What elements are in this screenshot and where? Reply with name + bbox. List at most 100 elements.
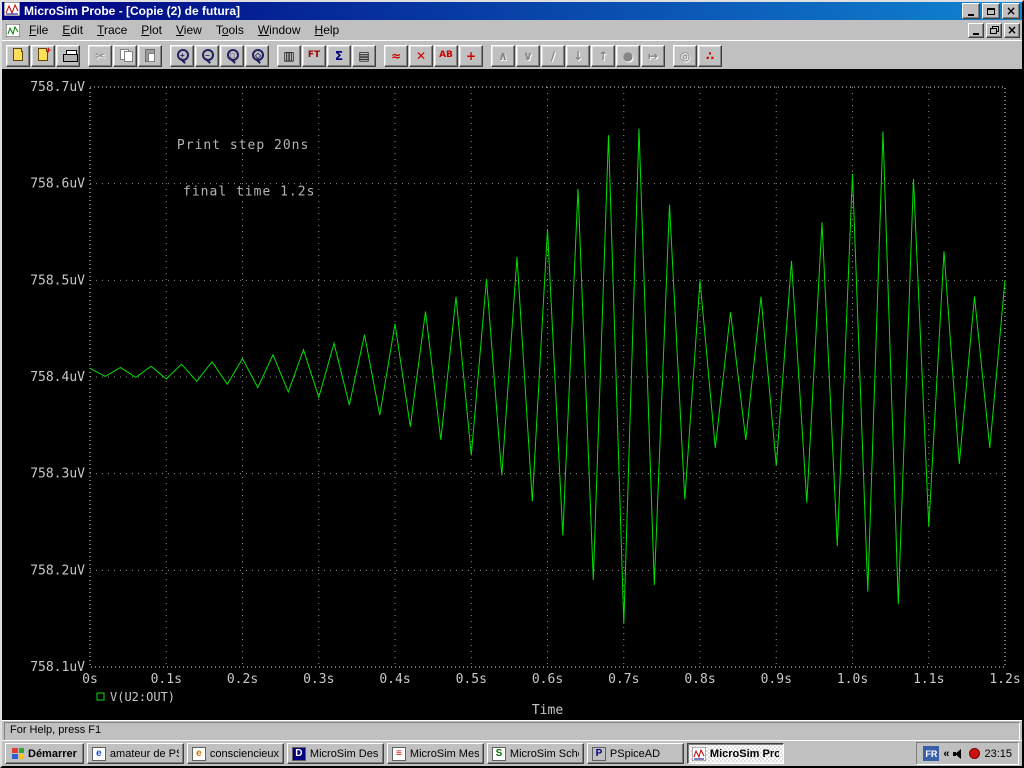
- task-label: MicroSim Messa...: [409, 747, 479, 760]
- windows-logo-icon: [12, 748, 24, 759]
- zoom-area-button[interactable]: □: [220, 44, 244, 67]
- task-button-microsim-desig[interactable]: DMicroSim Desig...: [286, 743, 384, 764]
- task-button-amateur-de-ps[interactable]: eamateur de PS...: [86, 743, 184, 764]
- child-minimize-icon: [973, 32, 979, 35]
- start-button[interactable]: Démarrer: [5, 743, 84, 764]
- tray-chevron[interactable]: «: [943, 748, 949, 760]
- performance-analysis-button[interactable]: Σ: [327, 44, 351, 67]
- menu-edit[interactable]: Edit: [55, 20, 90, 40]
- toolbar: + ✂ + − □ ◇ ▥ FT Σ ▤ ≈ ✕ AB + ∧ ∨ ∕ ↓ ↑ ● ↦ ◎ ∴: [2, 40, 1022, 70]
- add-trace-button[interactable]: ≈: [384, 44, 408, 67]
- app-icon: [3, 1, 21, 21]
- red-status-icon[interactable]: [969, 748, 981, 759]
- message-viewer-icon: ≡: [391, 746, 406, 761]
- toolbar-separator: [484, 45, 491, 67]
- zoom-out-icon: −: [202, 48, 214, 63]
- start-label: Démarrer: [28, 747, 77, 760]
- menu-window[interactable]: Window: [251, 20, 308, 40]
- toggle-cursor-button[interactable]: +: [459, 44, 483, 67]
- close-icon: ×: [1005, 4, 1017, 18]
- clock: 23:15: [984, 747, 1012, 760]
- y-axis-labels: 758.1uV 758.2uV 758.3uV 758.4uV 758.5uV 758.6…: [30, 80, 85, 675]
- open-append-button[interactable]: +: [31, 44, 55, 67]
- task-button-microsim-messa[interactable]: ≡MicroSim Messa...: [386, 743, 484, 764]
- cursor-min-button: ↓: [566, 44, 590, 67]
- task-buttons: eamateur de PS...econsciencieux -...DMic…: [86, 743, 784, 764]
- probe-chart: 758.1uV 758.2uV 758.3uV 758.4uV 758.5uV 758.6…: [30, 80, 1020, 718]
- cursor-point-icon: ●: [622, 48, 634, 63]
- log-x-axis-icon: ▥: [283, 48, 295, 63]
- menu-bar: File Edit Trace Plot View Tools Window Help ×: [2, 20, 1022, 40]
- menu-trace[interactable]: Trace: [90, 20, 134, 40]
- child-window-icon[interactable]: [6, 23, 20, 37]
- menu-file[interactable]: File: [22, 20, 55, 40]
- status-message: For Help, press F1: [4, 721, 1020, 741]
- fourier-button[interactable]: FT: [302, 44, 326, 67]
- add-trace-icon: ≈: [390, 48, 402, 63]
- menu-help[interactable]: Help: [308, 20, 347, 40]
- zoom-in-button[interactable]: +: [170, 44, 194, 67]
- x-tick-label: 0.3s: [303, 672, 334, 687]
- x-tick-label: 0.4s: [379, 672, 410, 687]
- menu-view[interactable]: View: [169, 20, 209, 40]
- zoom-fit-icon: ◇: [252, 48, 264, 63]
- text-label-icon: AB: [439, 50, 453, 60]
- y-tick-label: 758.5uV: [30, 273, 85, 288]
- y-tick-label: 758.1uV: [30, 660, 85, 675]
- cursor-search-button: ↦: [641, 44, 665, 67]
- toolbar-separator: [377, 45, 384, 67]
- minimize-button[interactable]: [962, 3, 980, 19]
- x-tick-label: 1.2s: [989, 672, 1020, 687]
- toggle-cursor-icon: +: [465, 48, 477, 63]
- task-label: MicroSim Desig...: [309, 747, 379, 760]
- menu-tools[interactable]: Tools: [209, 20, 251, 40]
- zoom-out-button[interactable]: −: [195, 44, 219, 67]
- zoom-cursor-button: ◎: [673, 44, 697, 67]
- menu-plot[interactable]: Plot: [134, 20, 169, 40]
- child-restore-button[interactable]: [986, 22, 1002, 38]
- x-tick-label: 0.6s: [532, 672, 563, 687]
- print-button[interactable]: [56, 44, 80, 67]
- x-tick-label: 0.7s: [608, 672, 639, 687]
- status-bar: For Help, press F1: [2, 720, 1022, 741]
- copy-button: [113, 44, 137, 67]
- zoom-in-icon: +: [177, 48, 189, 63]
- child-minimize-button[interactable]: [968, 22, 984, 38]
- y-tick-label: 758.4uV: [30, 370, 85, 385]
- probe-icon: [691, 746, 706, 761]
- plot-area[interactable]: 758.1uV 758.2uV 758.3uV 758.4uV 758.5uV 758.6…: [2, 69, 1022, 720]
- child-window-controls: ×: [966, 22, 1020, 38]
- task-button-pspicead[interactable]: P PSpiceAD: [586, 743, 684, 764]
- cursor-max-icon: ↑: [597, 48, 609, 63]
- text-label-button[interactable]: AB: [434, 44, 458, 67]
- open-file-button[interactable]: [6, 44, 30, 67]
- log-x-axis-button[interactable]: ▥: [277, 44, 301, 67]
- maximize-button[interactable]: [982, 3, 1000, 19]
- mark-points-button[interactable]: ∴: [698, 44, 722, 67]
- zoom-area-icon: □: [227, 48, 239, 63]
- language-indicator[interactable]: FR: [923, 746, 940, 761]
- child-close-button[interactable]: ×: [1004, 22, 1020, 38]
- close-button[interactable]: ×: [1002, 3, 1020, 19]
- trace-legend[interactable]: V(U2:OUT): [96, 690, 175, 704]
- plot-annotation: Print step 20ns: [177, 138, 309, 153]
- task-label: amateur de PS...: [109, 747, 179, 760]
- system-tray: FR « 23:15: [916, 742, 1019, 765]
- log-y-axis-button[interactable]: ▤: [352, 44, 376, 67]
- cursor-max-button: ↑: [591, 44, 615, 67]
- x-tick-label: 0.8s: [684, 672, 715, 687]
- toolbar-separator: [163, 45, 170, 67]
- task-button-microsim-pro[interactable]: MicroSim Pro...: [686, 743, 784, 764]
- zoom-fit-button[interactable]: ◇: [245, 44, 269, 67]
- task-button-microsim-sche[interactable]: SMicroSim Sche...: [486, 743, 584, 764]
- paste-button: [138, 44, 162, 67]
- volume-icon[interactable]: [953, 748, 965, 760]
- task-button-consciencieux[interactable]: econsciencieux -...: [186, 743, 284, 764]
- child-close-icon: ×: [1006, 23, 1018, 37]
- open-append-icon: +: [38, 45, 51, 61]
- delete-traces-button[interactable]: ✕: [409, 44, 433, 67]
- web-page-icon: e: [91, 746, 106, 761]
- schematics-icon: S: [491, 746, 506, 761]
- copy-icon: [120, 49, 133, 62]
- cursor-peak-icon: ∧: [498, 48, 508, 63]
